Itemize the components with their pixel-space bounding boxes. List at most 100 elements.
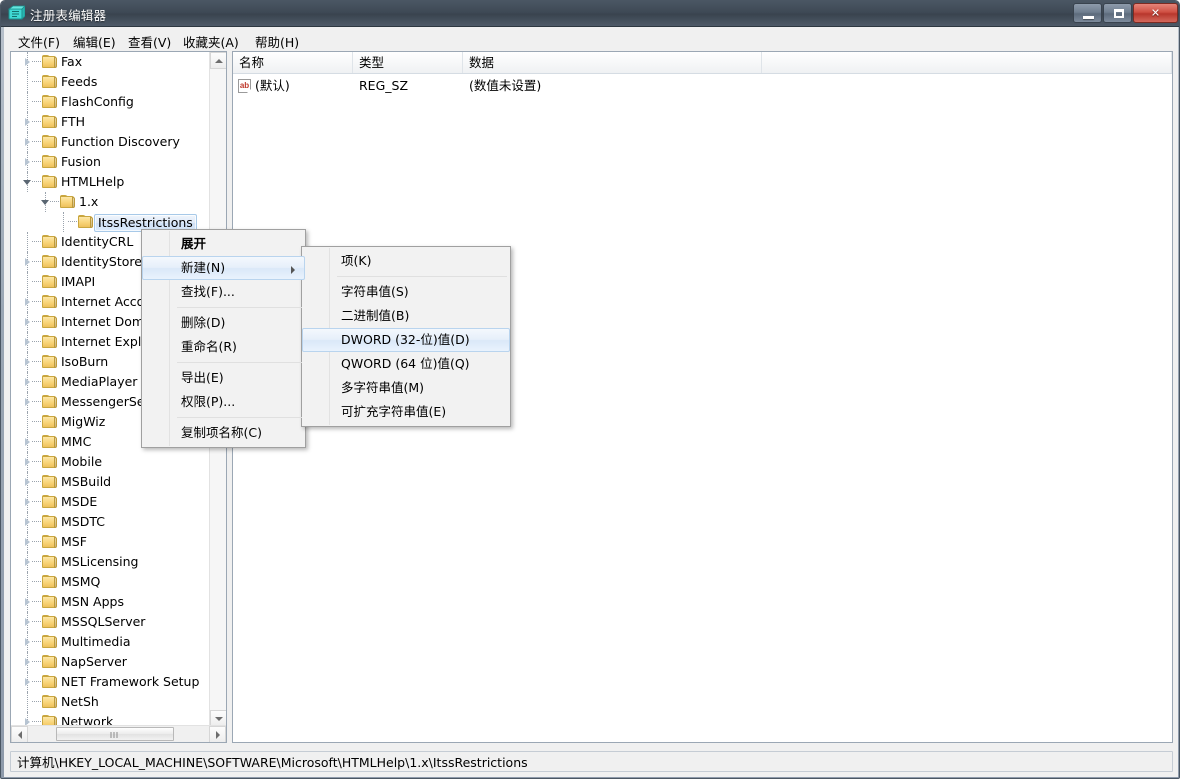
- tree-item-label: MSMQ: [61, 574, 101, 589]
- expand-arrow-icon[interactable]: [23, 498, 32, 507]
- menu-option[interactable]: 项(K): [303, 249, 509, 273]
- menu-option[interactable]: 导出(E): [143, 366, 304, 390]
- menu-item-0[interactable]: 文件(F): [12, 30, 66, 50]
- expand-arrow-icon[interactable]: [23, 338, 32, 347]
- expand-arrow-icon[interactable]: [23, 478, 32, 487]
- collapse-arrow-icon[interactable]: [41, 198, 50, 207]
- tree-item[interactable]: NapServer: [11, 652, 209, 672]
- new-submenu[interactable]: 项(K) 字符串值(S) 二进制值(B) DWORD (32-位)值(D) QWORD …: [301, 246, 511, 427]
- tree-item[interactable]: Mobile: [11, 452, 209, 472]
- tree-item-label: MSN Apps: [61, 594, 124, 609]
- scroll-right-button[interactable]: [209, 726, 226, 742]
- minimize-button[interactable]: [1073, 3, 1102, 23]
- folder-icon: [42, 375, 57, 389]
- collapse-arrow-icon[interactable]: [23, 178, 32, 187]
- tree-item-label: MigWiz: [61, 414, 106, 429]
- menu-item-4[interactable]: 帮助(H): [249, 30, 305, 50]
- tree-connector-dots: [32, 161, 41, 162]
- column-header-2[interactable]: 数据: [463, 52, 762, 73]
- tree-item[interactable]: Fax: [11, 52, 209, 72]
- tree-connector: [27, 412, 28, 432]
- expand-arrow-icon[interactable]: [23, 618, 32, 627]
- tree-item[interactable]: NetSh: [11, 692, 209, 712]
- menu-option[interactable]: 权限(P)...: [143, 390, 304, 414]
- expand-arrow-icon[interactable]: [23, 678, 32, 687]
- tree-connector-dots: [32, 101, 41, 102]
- menu-option[interactable]: 删除(D): [143, 311, 304, 335]
- tree-horizontal-scrollbar[interactable]: [11, 725, 226, 742]
- expand-arrow-icon[interactable]: [23, 458, 32, 467]
- menu-option[interactable]: 复制项名称(C): [143, 421, 304, 445]
- folder-icon: [42, 75, 57, 89]
- column-header-1[interactable]: 类型: [353, 52, 463, 73]
- menu-option[interactable]: 新建(N): [142, 256, 305, 280]
- folder-icon: [42, 415, 57, 429]
- scroll-left-button[interactable]: [11, 726, 28, 742]
- expand-arrow-icon[interactable]: [23, 638, 32, 647]
- submenu-arrow-icon: [291, 266, 295, 274]
- tree-item[interactable]: Fusion: [11, 152, 209, 172]
- expand-arrow-icon[interactable]: [23, 318, 32, 327]
- tree-item[interactable]: MSBuild: [11, 472, 209, 492]
- menu-item-3[interactable]: 收藏夹(A): [177, 30, 245, 50]
- menu-option[interactable]: 字符串值(S): [303, 280, 509, 304]
- menu-option[interactable]: 查找(F)...: [143, 280, 304, 304]
- menu-option[interactable]: 可扩充字符串值(E): [303, 400, 509, 424]
- expand-arrow-icon[interactable]: [23, 298, 32, 307]
- menu-option[interactable]: QWORD (64 位)值(Q): [303, 352, 509, 376]
- menu-option[interactable]: 多字符串值(M): [303, 376, 509, 400]
- menu-item-1[interactable]: 编辑(E): [67, 30, 122, 50]
- expand-arrow-icon[interactable]: [23, 518, 32, 527]
- menu-option[interactable]: 二进制值(B): [303, 304, 509, 328]
- tree-connector-dots: [32, 661, 41, 662]
- expand-arrow-icon[interactable]: [23, 398, 32, 407]
- tree-item[interactable]: HTMLHelp: [11, 172, 209, 192]
- expand-arrow-icon[interactable]: [23, 658, 32, 667]
- tree-item[interactable]: Multimedia: [11, 632, 209, 652]
- menu-option[interactable]: 展开: [143, 232, 304, 256]
- menu-item-2[interactable]: 查看(V): [122, 30, 177, 50]
- scroll-up-button[interactable]: [210, 52, 226, 69]
- tree-item-label: Multimedia: [61, 634, 131, 649]
- tree-item[interactable]: FTH: [11, 112, 209, 132]
- column-header-0[interactable]: 名称: [233, 52, 353, 73]
- table-row[interactable]: ab (默认) REG_SZ (数值未设置): [233, 76, 1172, 96]
- tree-item[interactable]: MSF: [11, 532, 209, 552]
- tree-connector-dots: [32, 121, 41, 122]
- maximize-button[interactable]: [1103, 3, 1132, 23]
- folder-icon: [78, 215, 93, 229]
- expand-arrow-icon[interactable]: [23, 138, 32, 147]
- tree-item-label: 1.x: [79, 194, 99, 209]
- tree-item[interactable]: MSDTC: [11, 512, 209, 532]
- tree-item[interactable]: FlashConfig: [11, 92, 209, 112]
- expand-arrow-icon[interactable]: [23, 438, 32, 447]
- tree-item[interactable]: NET Framework Setup: [11, 672, 209, 692]
- menu-separator: [143, 359, 304, 366]
- tree-item[interactable]: MSN Apps: [11, 592, 209, 612]
- tree-item-label: Fusion: [61, 154, 101, 169]
- expand-arrow-icon[interactable]: [23, 598, 32, 607]
- tree-connector-dots: [68, 221, 77, 222]
- expand-arrow-icon[interactable]: [23, 378, 32, 387]
- column-header-3[interactable]: [762, 52, 1172, 73]
- tree-item[interactable]: Function Discovery: [11, 132, 209, 152]
- tree-item[interactable]: MSSQLServer: [11, 612, 209, 632]
- expand-arrow-icon[interactable]: [23, 118, 32, 127]
- expand-arrow-icon[interactable]: [23, 358, 32, 367]
- expand-arrow-icon[interactable]: [23, 558, 32, 567]
- tree-item[interactable]: Feeds: [11, 72, 209, 92]
- menu-option[interactable]: DWORD (32-位)值(D): [302, 328, 510, 352]
- horizontal-scroll-thumb[interactable]: [56, 727, 174, 741]
- tree-item[interactable]: MSDE: [11, 492, 209, 512]
- expand-arrow-icon[interactable]: [23, 258, 32, 267]
- tree-item[interactable]: 1.x: [11, 192, 209, 212]
- expand-arrow-icon[interactable]: [23, 158, 32, 167]
- tree-item[interactable]: MSMQ: [11, 572, 209, 592]
- expand-arrow-icon[interactable]: [23, 538, 32, 547]
- expand-arrow-icon[interactable]: [23, 58, 32, 67]
- tree-item[interactable]: MSLicensing: [11, 552, 209, 572]
- close-button[interactable]: ✕: [1133, 3, 1178, 23]
- title-bar[interactable]: 注册表编辑器 ✕: [1, 1, 1179, 27]
- context-menu[interactable]: 展开 新建(N) 查找(F)... 删除(D) 重命名(R) 导出(E) 权限(P)... 复…: [141, 229, 306, 448]
- menu-option[interactable]: 重命名(R): [143, 335, 304, 359]
